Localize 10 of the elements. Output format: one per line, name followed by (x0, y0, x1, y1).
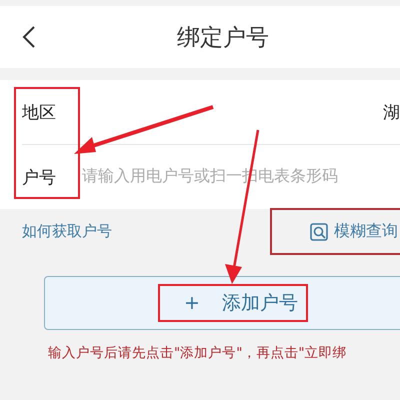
help-link[interactable]: 如何获取户号 (22, 222, 112, 241)
field-label: 地区 (22, 102, 57, 124)
back-button[interactable] (22, 25, 36, 49)
fuzzy-search-button[interactable]: 模糊查询 (310, 221, 400, 242)
page-title: 绑定户号 (177, 24, 269, 52)
instruction-note: 输入户号后请先点击"添加户号"，再点击"立即绑 (48, 344, 348, 362)
search-icon (310, 222, 328, 240)
region-value[interactable]: 湖 (383, 100, 400, 124)
add-account-button[interactable]: + 添加户号 (44, 276, 400, 330)
field-label: 户号 (22, 166, 57, 188)
